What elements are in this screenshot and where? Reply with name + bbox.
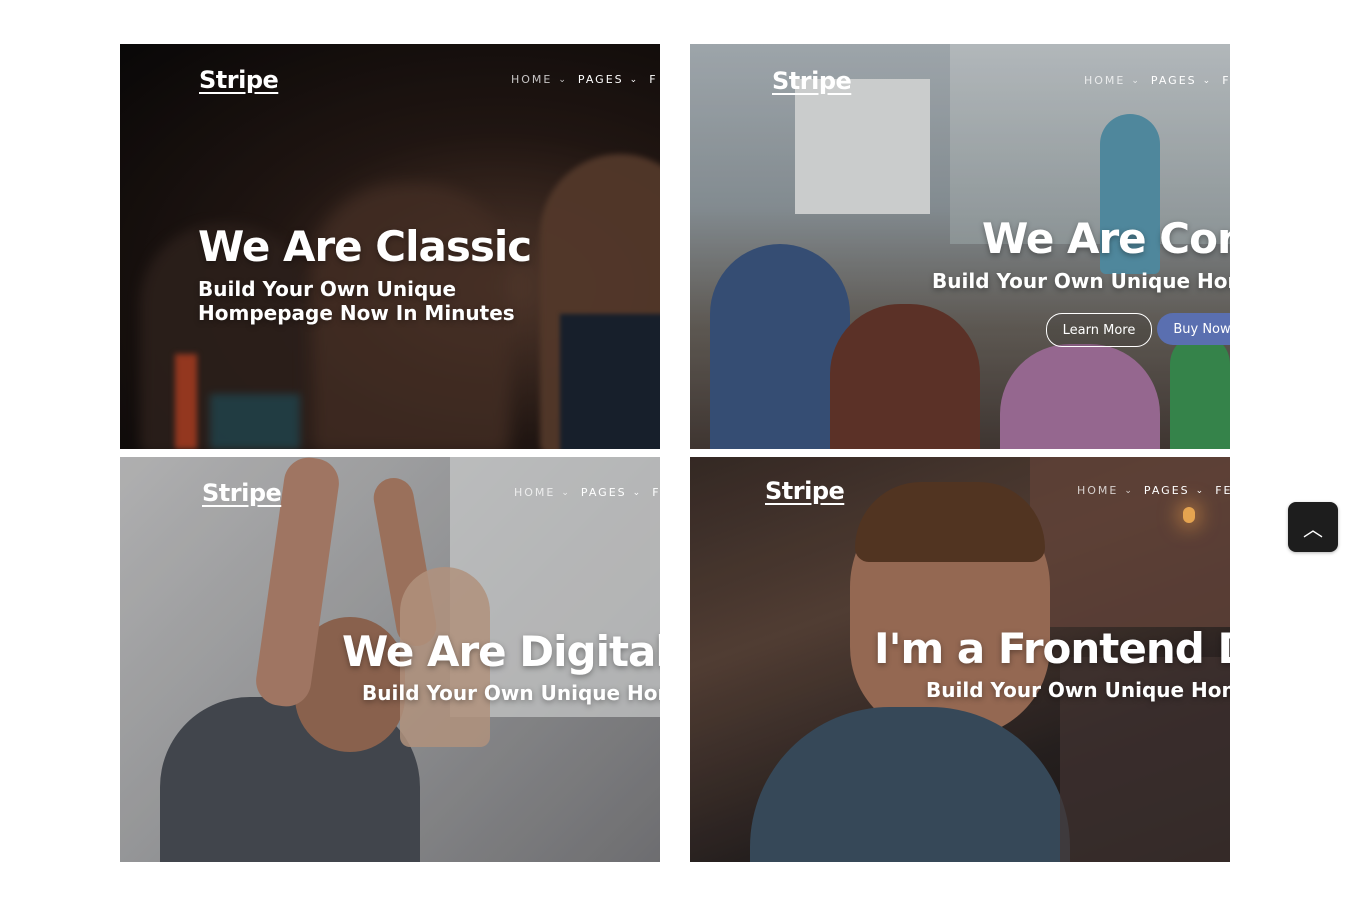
demo-card-frontend[interactable]: Stripe HOME ⌄ PAGES ⌄ FE I'm a Frontend De… bbox=[690, 457, 1230, 862]
nav-label: F bbox=[1222, 74, 1230, 87]
nav-item-features[interactable]: F bbox=[649, 73, 657, 86]
chevron-up-icon: ︿ bbox=[1303, 518, 1323, 541]
nav-menu: HOME ⌄ PAGES ⌄ FE bbox=[1077, 484, 1230, 497]
chevron-down-icon: ⌄ bbox=[1131, 75, 1139, 86]
hero-subtitle-line1: Build Your Own Unique Homp bbox=[362, 681, 660, 705]
nav-label: PAGES bbox=[1150, 74, 1197, 87]
nav-label: HOME bbox=[514, 486, 556, 499]
chevron-down-icon: ⌄ bbox=[632, 487, 641, 498]
nav-label: PAGES bbox=[580, 486, 627, 499]
buy-now-button[interactable]: Buy Now bbox=[1157, 313, 1230, 345]
hero-subtitle-line1: Build Your Own Unique Homp bbox=[926, 678, 1230, 702]
chevron-down-icon: ⌄ bbox=[1202, 75, 1211, 86]
nav-item-home[interactable]: HOME ⌄ bbox=[514, 486, 569, 499]
nav-label: HOME bbox=[1084, 74, 1126, 87]
nav-item-pages[interactable]: PAGES ⌄ bbox=[581, 486, 640, 499]
nav-menu: HOME ⌄ PAGES ⌄ F bbox=[514, 486, 660, 499]
nav-label: HOME bbox=[1077, 484, 1119, 497]
nav-label: FE bbox=[1215, 484, 1230, 497]
nav-item-pages[interactable]: PAGES ⌄ bbox=[1144, 484, 1203, 497]
hero-subtitle-line1: Build Your Own Unique Homp bbox=[932, 269, 1230, 293]
nav-item-pages[interactable]: PAGES ⌄ bbox=[1151, 74, 1210, 87]
learn-more-button[interactable]: Learn More bbox=[1046, 313, 1152, 347]
nav-label: PAGES bbox=[577, 73, 624, 86]
demo-card-digital[interactable]: Stripe HOME ⌄ PAGES ⌄ F We Are Digital A B… bbox=[120, 457, 660, 862]
nav-item-features[interactable]: F bbox=[652, 486, 660, 499]
chevron-down-icon: ⌄ bbox=[629, 74, 638, 85]
demo-card-conference[interactable]: Stripe HOME ⌄ PAGES ⌄ F We Are Con Build Y… bbox=[690, 44, 1230, 449]
stripe-logo[interactable]: Stripe bbox=[772, 67, 852, 95]
chevron-down-icon: ⌄ bbox=[1195, 485, 1204, 496]
nav-menu: HOME ⌄ PAGES ⌄ F bbox=[1084, 74, 1230, 87]
nav-label: F bbox=[649, 73, 658, 86]
stripe-logo[interactable]: Stripe bbox=[199, 66, 279, 94]
nav-item-features[interactable]: FE bbox=[1215, 484, 1230, 497]
nav-label: PAGES bbox=[1143, 484, 1190, 497]
nav-label: F bbox=[652, 486, 660, 499]
nav-label: HOME bbox=[511, 73, 553, 86]
chevron-down-icon: ⌄ bbox=[558, 74, 566, 85]
nav-item-features[interactable]: F bbox=[1222, 74, 1230, 87]
nav-item-home[interactable]: HOME ⌄ bbox=[1077, 484, 1132, 497]
scroll-to-top-button[interactable]: ︿ bbox=[1288, 502, 1338, 552]
stripe-logo[interactable]: Stripe bbox=[765, 477, 845, 505]
chevron-down-icon: ⌄ bbox=[1124, 485, 1132, 496]
nav-menu: HOME ⌄ PAGES ⌄ F bbox=[511, 73, 658, 86]
hero-headline: We Are Classic bbox=[198, 222, 532, 271]
hero-subtitle-line2: Hompepage Now In Minutes bbox=[198, 301, 515, 325]
hero-headline: I'm a Frontend De bbox=[874, 624, 1230, 673]
hero-headline: We Are Con bbox=[982, 214, 1230, 263]
nav-item-home[interactable]: HOME ⌄ bbox=[1084, 74, 1139, 87]
nav-item-pages[interactable]: PAGES ⌄ bbox=[578, 73, 637, 86]
demo-card-classic[interactable]: Stripe HOME ⌄ PAGES ⌄ F We Are Classic Bui… bbox=[120, 44, 660, 449]
hero-subtitle-line1: Build Your Own Unique bbox=[198, 277, 457, 301]
stripe-logo[interactable]: Stripe bbox=[202, 479, 282, 507]
chevron-down-icon: ⌄ bbox=[561, 487, 569, 498]
nav-item-home[interactable]: HOME ⌄ bbox=[511, 73, 566, 86]
hero-headline: We Are Digital A bbox=[342, 627, 660, 676]
